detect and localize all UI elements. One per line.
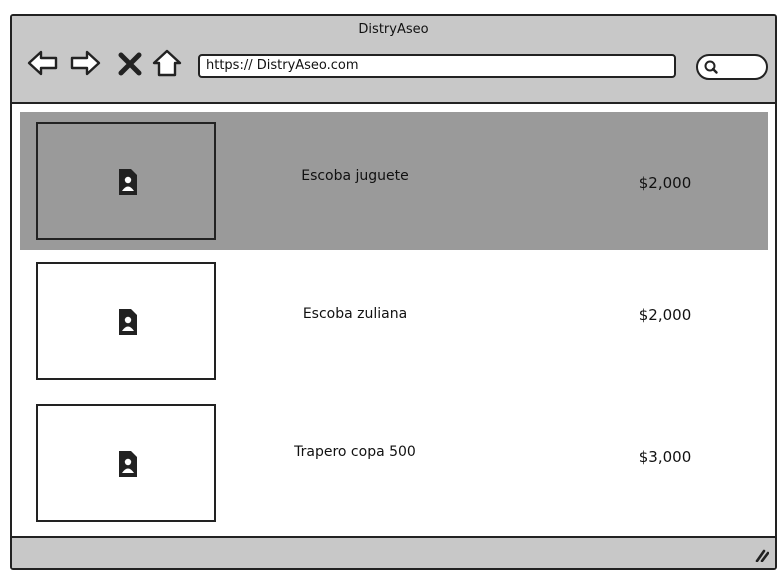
product-image[interactable] [36,262,216,380]
close-icon[interactable] [116,46,144,80]
product-list: Escoba juguete $2,000 Escoba zuliana $2,… [12,104,775,540]
product-price: $2,000 [638,306,692,324]
forward-arrow-icon[interactable] [68,46,102,80]
window-title: DistryAseo [358,22,429,37]
back-arrow-icon[interactable] [26,46,60,80]
product-image[interactable] [36,122,216,240]
home-icon[interactable] [150,46,184,80]
list-item[interactable]: Escoba juguete $2,000 [20,112,768,250]
product-name: Escoba zuliana [302,306,408,322]
image-placeholder-icon [119,169,137,195]
status-bar [12,536,775,568]
product-image[interactable] [36,404,216,522]
image-placeholder-icon [119,451,137,477]
address-bar[interactable]: https:// DistryAseo.com [198,54,676,78]
browser-window: DistryAseo https:// DistryAseo.com Escob… [10,14,777,570]
product-name: Trapero copa 500 [294,444,416,460]
list-item[interactable]: Trapero copa 500 $3,000 [20,394,768,532]
search-box[interactable] [696,54,768,80]
product-price: $2,000 [638,174,692,192]
search-icon[interactable] [703,59,719,75]
product-name: Escoba juguete [301,168,409,184]
list-item[interactable]: Escoba zuliana $2,000 [20,252,768,390]
resize-grip-icon[interactable] [753,546,769,562]
image-placeholder-icon [119,309,137,335]
browser-toolbar: DistryAseo https:// DistryAseo.com [12,16,775,104]
product-price: $3,000 [638,448,692,466]
